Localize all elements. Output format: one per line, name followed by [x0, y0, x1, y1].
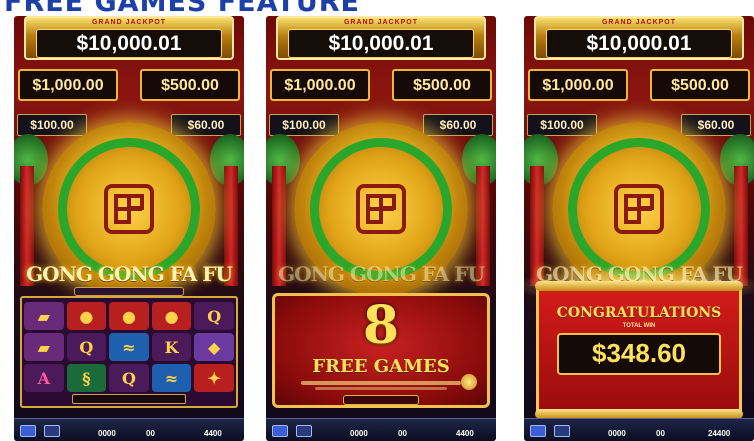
grand-jackpot-label: GRAND JACKPOT — [343, 19, 419, 26]
mini-jackpot-2: $60.00 — [171, 114, 241, 136]
symbol-lantern-icon: ◆ — [194, 333, 234, 361]
mini-jackpot-2: $60.00 — [423, 114, 493, 136]
scroll-roller-top — [535, 281, 743, 291]
major-jackpot: $1,000.00 — [270, 69, 370, 101]
help-button[interactable] — [44, 425, 60, 437]
free-games-count: 8 — [362, 295, 400, 356]
bottom-control-bar: 0000 00 24400 — [524, 418, 754, 441]
symbol-gold-coin-icon: ● — [109, 302, 149, 330]
bet-value: 00 — [398, 429, 407, 438]
screenshot-total-win: GRAND JACKPOT $10,000.01 $1,000.00 $500.… — [524, 16, 754, 441]
free-games-award-card: 8 FREE GAMES — [272, 293, 490, 408]
win-value: 4400 — [204, 429, 222, 438]
win-value: 24400 — [708, 429, 731, 438]
symbol-a-icon: A — [24, 364, 64, 392]
chinese-knot-emblem-icon — [614, 184, 664, 234]
bottom-control-bar: 0000 00 4400 — [266, 418, 496, 441]
fine-print — [315, 387, 447, 390]
grand-jackpot-banner: GRAND JACKPOT $10,000.01 — [276, 16, 486, 60]
minor-jackpot-value: $500.00 — [671, 77, 729, 94]
chinese-knot-emblem-icon — [104, 184, 154, 234]
symbol-koi-fish-icon: ≈ — [151, 364, 192, 392]
mini-jackpot-value: $100.00 — [30, 118, 74, 132]
menu-button[interactable] — [272, 425, 288, 437]
credit-value: 0000 — [608, 429, 626, 438]
symbol-gold-ingot-icon: ▰ — [24, 333, 64, 361]
major-jackpot-value: $1,000.00 — [32, 77, 104, 94]
major-jackpot-value: $1,000.00 — [542, 77, 614, 94]
status-strip — [72, 394, 186, 404]
symbol-gold-ingot-icon: ▰ — [24, 302, 64, 330]
mini-jackpot: $100.00 — [269, 114, 339, 136]
fine-print — [301, 381, 461, 385]
screenshot-base-game: GRAND JACKPOT $10,000.01 $1,000.00 $500.… — [14, 16, 244, 441]
symbol-q-icon: Q — [194, 302, 234, 330]
symbol-k-icon: K — [151, 333, 192, 361]
mini-jackpot-2: $60.00 — [681, 114, 751, 136]
symbol-gold-coin-icon: ● — [66, 302, 107, 330]
green-ring — [568, 138, 710, 280]
start-button[interactable] — [343, 395, 419, 405]
symbol-gold-coin-icon: ● — [151, 302, 192, 330]
screenshot-free-games-award: GRAND JACKPOT $10,000.01 $1,000.00 $500.… — [266, 16, 496, 441]
total-win-value: $348.60 — [557, 333, 721, 375]
credit-value: 0000 — [350, 429, 368, 438]
symbol-q-icon: Q — [66, 333, 107, 361]
mini-jackpot: $100.00 — [17, 114, 87, 136]
grand-jackpot-banner: GRAND JACKPOT $10,000.01 — [534, 16, 744, 60]
grand-jackpot-value: $10,000.01 — [36, 29, 222, 58]
menu-button[interactable] — [20, 425, 36, 437]
minor-jackpot-value: $500.00 — [161, 77, 219, 94]
congratulations-text: CONGRATULATIONS — [556, 305, 722, 321]
total-win-label: TOTAL WIN — [622, 323, 656, 329]
mini-jackpot-value: $100.00 — [540, 118, 584, 132]
mini-jackpot: $100.00 — [527, 114, 597, 136]
help-button[interactable] — [296, 425, 312, 437]
free-games-label: FREE GAMES — [312, 356, 450, 377]
minor-jackpot: $500.00 — [392, 69, 492, 101]
coin-icon — [461, 374, 477, 390]
minor-jackpot: $500.00 — [140, 69, 240, 101]
help-button[interactable] — [554, 425, 570, 437]
mini-jackpot-value: $100.00 — [282, 118, 326, 132]
bottom-control-bar: 0000 00 4400 — [14, 418, 244, 441]
grand-jackpot-label: GRAND JACKPOT — [601, 19, 677, 26]
bet-value: 00 — [656, 429, 665, 438]
win-value: 4400 — [456, 429, 474, 438]
mini-jackpot-2-value: $60.00 — [187, 118, 225, 132]
mini-jackpot-2-value: $60.00 — [439, 118, 477, 132]
major-jackpot: $1,000.00 — [528, 69, 628, 101]
green-ring — [58, 138, 200, 280]
minor-jackpot: $500.00 — [650, 69, 750, 101]
grand-jackpot-label: GRAND JACKPOT — [91, 19, 167, 26]
grand-jackpot-value: $10,000.01 — [288, 29, 474, 58]
reel-window: ▰ ● ● ● Q ▰ Q ≈ K ◆ A § Q ≈ ✦ — [20, 296, 238, 408]
credit-value: 0000 — [98, 429, 116, 438]
chinese-knot-emblem-icon — [356, 184, 406, 234]
menu-button[interactable] — [530, 425, 546, 437]
symbol-ornament-icon: ✦ — [194, 364, 234, 392]
symbol-q-icon: Q — [109, 364, 149, 392]
major-jackpot: $1,000.00 — [18, 69, 118, 101]
grand-jackpot-banner: GRAND JACKPOT $10,000.01 — [24, 16, 234, 60]
major-jackpot-value: $1,000.00 — [284, 77, 356, 94]
minor-jackpot-value: $500.00 — [413, 77, 471, 94]
total-win-scroll: CONGRATULATIONS TOTAL WIN $348.60 — [535, 281, 743, 419]
game-logo: GONG GONG FA FU — [26, 262, 233, 286]
bet-value: 00 — [146, 429, 155, 438]
symbol-dragon-icon: § — [66, 364, 107, 392]
game-logo: GONG GONG FA FU — [278, 262, 485, 286]
symbol-koi-fish-icon: ≈ — [109, 333, 149, 361]
green-ring — [310, 138, 452, 280]
logo-subtitle-bar — [74, 287, 184, 296]
grand-jackpot-value: $10,000.01 — [546, 29, 732, 58]
mini-jackpot-2-value: $60.00 — [697, 118, 735, 132]
